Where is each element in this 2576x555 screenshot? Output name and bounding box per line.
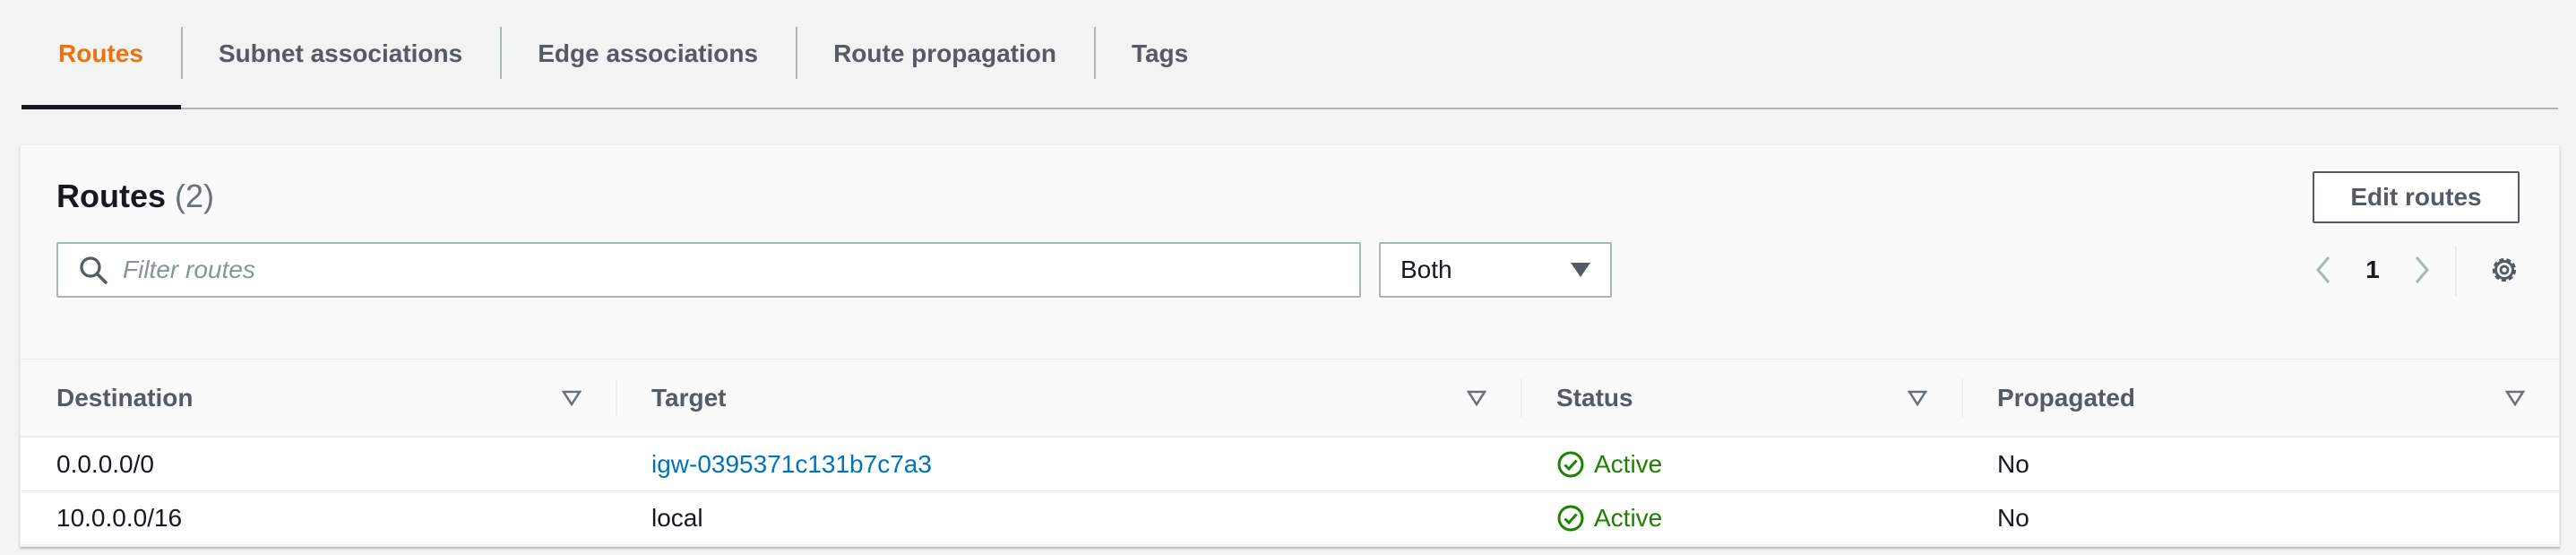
status-badge: Active [1556, 504, 1662, 533]
tab-edge-associations[interactable]: Edge associations [500, 0, 796, 108]
caret-down-icon [1571, 263, 1590, 277]
search-icon [80, 256, 108, 284]
table-row[interactable]: 10.0.0.0/16 local Active No [21, 491, 2559, 545]
status-badge: Active [1556, 450, 1662, 479]
pagination: 1 [2310, 242, 2435, 298]
routes-panel: Routes (2) Edit routes Both 1 Destinatio… [20, 144, 2560, 547]
filter-routes-input[interactable] [121, 255, 1359, 285]
sort-triangle-icon[interactable] [1467, 390, 1486, 406]
table-row[interactable]: 0.0.0.0/0 igw-0395371c131b7c7a3 Active N… [21, 438, 2559, 491]
cell-target: local [651, 503, 703, 532]
column-label: Status [1556, 383, 1633, 412]
sort-triangle-icon[interactable] [2505, 390, 2525, 406]
column-header-target[interactable]: Target [616, 360, 1521, 436]
filter-routes-field[interactable] [56, 242, 1361, 298]
column-header-destination[interactable]: Destination [21, 360, 616, 436]
tab-subnet-associations[interactable]: Subnet associations [180, 0, 500, 108]
cell-propagated: No [1997, 449, 2029, 478]
tab-bar: Routes Subnet associations Edge associat… [22, 0, 2558, 109]
column-header-propagated[interactable]: Propagated [1961, 360, 2559, 436]
tab-routes[interactable]: Routes [22, 0, 181, 109]
cell-destination: 0.0.0.0/0 [56, 449, 154, 478]
sort-triangle-icon[interactable] [1908, 390, 1927, 406]
table-header: Destination Target Status Propagated [21, 359, 2559, 438]
panel-title-text: Routes [56, 178, 167, 214]
tab-tags[interactable]: Tags [1093, 0, 1226, 108]
column-header-status[interactable]: Status [1521, 360, 1961, 436]
column-label: Propagated [1997, 383, 2136, 412]
cell-destination: 10.0.0.0/16 [56, 503, 183, 532]
panel-title: Routes (2) [56, 178, 214, 215]
current-page[interactable]: 1 [2337, 256, 2408, 284]
check-circle-icon [1557, 505, 1584, 531]
routes-table: Destination Target Status Propagated 0.0… [21, 359, 2559, 545]
tab-route-propagation[interactable]: Route propagation [796, 0, 1094, 108]
cell-propagated: No [1997, 503, 2029, 532]
cell-status: Active [1521, 491, 1961, 544]
status-text: Active [1594, 449, 1663, 478]
target-link[interactable]: igw-0395371c131b7c7a3 [651, 450, 932, 479]
check-circle-icon [1557, 451, 1584, 477]
propagation-filter-select[interactable]: Both [1379, 242, 1612, 298]
column-label: Target [651, 383, 727, 412]
status-text: Active [1594, 503, 1663, 532]
routes-count: (2) [175, 178, 215, 214]
chevron-left-icon[interactable] [2310, 252, 2337, 288]
pager-divider [2455, 246, 2457, 296]
cell-status: Active [1521, 438, 1961, 490]
sort-triangle-icon[interactable] [562, 390, 582, 406]
gear-icon[interactable] [2487, 253, 2521, 287]
chevron-right-icon[interactable] [2408, 252, 2435, 288]
select-value: Both [1400, 256, 1452, 283]
cell-target: igw-0395371c131b7c7a3 [616, 438, 1521, 490]
column-label: Destination [56, 383, 194, 412]
edit-routes-button[interactable]: Edit routes [2313, 171, 2520, 223]
